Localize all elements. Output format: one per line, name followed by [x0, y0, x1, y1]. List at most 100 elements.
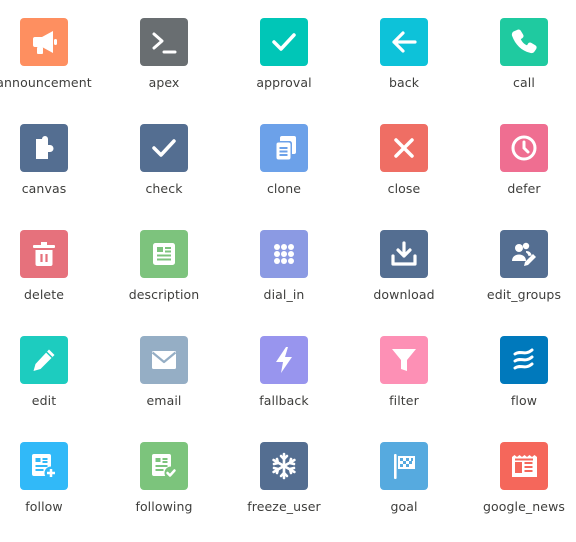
icon-item-call[interactable]: call — [464, 18, 576, 118]
icon-item-following[interactable]: following — [104, 442, 224, 542]
snowflake-icon — [269, 451, 299, 481]
icon-label: email — [146, 393, 182, 408]
icon-tile[interactable] — [380, 442, 428, 490]
icon-label: fallback — [259, 393, 309, 408]
icon-label: edit_groups — [486, 287, 562, 302]
checkmark-icon — [149, 133, 179, 163]
icon-label: check — [145, 181, 183, 196]
icon-label: goal — [390, 499, 418, 514]
arrow-left-icon — [389, 27, 419, 57]
terminal-prompt-icon — [149, 27, 179, 57]
lightning-bolt-icon — [269, 345, 299, 375]
users-pencil-icon — [509, 239, 539, 269]
icon-label: flow — [510, 393, 538, 408]
copy-documents-icon — [269, 133, 299, 163]
clock-icon — [509, 133, 539, 163]
icon-item-clone[interactable]: clone — [224, 124, 344, 224]
icon-item-delete[interactable]: delete — [0, 230, 104, 330]
icon-tile[interactable] — [260, 336, 308, 384]
icon-label: dial_in — [263, 287, 305, 302]
icon-item-freeze-user[interactable]: freeze_user — [224, 442, 344, 542]
icon-label: back — [388, 75, 420, 90]
feed-plus-icon — [29, 451, 59, 481]
icon-tile[interactable] — [260, 230, 308, 278]
envelope-icon — [149, 345, 179, 375]
icon-item-edit[interactable]: edit — [0, 336, 104, 436]
icon-label: download — [373, 287, 435, 302]
download-tray-icon — [389, 239, 419, 269]
icon-item-defer[interactable]: defer — [464, 124, 576, 224]
icon-tile[interactable] — [140, 124, 188, 172]
icon-item-google-news[interactable]: google_news — [464, 442, 576, 542]
icon-label: following — [135, 499, 193, 514]
icon-item-dial-in[interactable]: dial_in — [224, 230, 344, 330]
icon-item-fallback[interactable]: fallback — [224, 336, 344, 436]
icon-label: freeze_user — [247, 499, 321, 514]
icon-item-check[interactable]: check — [104, 124, 224, 224]
icon-tile[interactable] — [140, 18, 188, 66]
icon-label: approval — [256, 75, 312, 90]
document-text-icon — [149, 239, 179, 269]
icon-tile[interactable] — [380, 230, 428, 278]
icon-label: filter — [389, 393, 419, 408]
icon-item-edit-groups[interactable]: edit_groups — [464, 230, 576, 330]
icon-tile[interactable] — [140, 230, 188, 278]
icon-grid: announcement apex approval back call canvas ch… — [0, 0, 576, 526]
icon-item-email[interactable]: email — [104, 336, 224, 436]
feed-check-icon — [149, 451, 179, 481]
icon-item-download[interactable]: download — [344, 230, 464, 330]
icon-label: delete — [24, 287, 64, 302]
icon-item-filter[interactable]: filter — [344, 336, 464, 436]
newspaper-icon — [509, 451, 539, 481]
icon-label: google_news — [482, 499, 566, 514]
icon-label: follow — [25, 499, 63, 514]
icon-tile[interactable] — [20, 124, 68, 172]
icon-label: announcement — [0, 75, 92, 90]
dial-pad-icon — [269, 239, 299, 269]
icon-tile[interactable] — [500, 336, 548, 384]
phone-icon — [509, 27, 539, 57]
waves-icon — [509, 345, 539, 375]
icon-tile[interactable] — [380, 18, 428, 66]
icon-tile[interactable] — [140, 442, 188, 490]
icon-tile[interactable] — [140, 336, 188, 384]
puzzle-piece-icon — [29, 133, 59, 163]
icon-tile[interactable] — [500, 18, 548, 66]
icon-label: apex — [148, 75, 180, 90]
megaphone-icon — [29, 27, 59, 57]
pencil-icon — [29, 345, 59, 375]
icon-tile[interactable] — [20, 442, 68, 490]
icon-label: edit — [31, 393, 57, 408]
checkered-flag-icon — [389, 451, 419, 481]
icon-item-apex[interactable]: apex — [104, 18, 224, 118]
trash-icon — [29, 239, 59, 269]
icon-tile[interactable] — [260, 18, 308, 66]
icon-label: clone — [266, 181, 302, 196]
icon-label: canvas — [21, 181, 67, 196]
icon-item-flow[interactable]: flow — [464, 336, 576, 436]
icon-tile[interactable] — [260, 442, 308, 490]
icon-item-goal[interactable]: goal — [344, 442, 464, 542]
icon-tile[interactable] — [380, 336, 428, 384]
icon-tile[interactable] — [20, 18, 68, 66]
x-icon — [389, 133, 419, 163]
icon-item-announcement[interactable]: announcement — [0, 18, 104, 118]
icon-label: close — [387, 181, 421, 196]
icon-tile[interactable] — [20, 230, 68, 278]
icon-tile[interactable] — [500, 124, 548, 172]
icon-item-close[interactable]: close — [344, 124, 464, 224]
icon-item-follow[interactable]: follow — [0, 442, 104, 542]
icon-label: defer — [507, 181, 541, 196]
funnel-icon — [389, 345, 419, 375]
icon-tile[interactable] — [500, 442, 548, 490]
icon-item-description[interactable]: description — [104, 230, 224, 330]
icon-item-approval[interactable]: approval — [224, 18, 344, 118]
icon-tile[interactable] — [380, 124, 428, 172]
icon-label: description — [128, 287, 200, 302]
icon-tile[interactable] — [20, 336, 68, 384]
icon-tile[interactable] — [260, 124, 308, 172]
checkmark-icon — [269, 27, 299, 57]
icon-tile[interactable] — [500, 230, 548, 278]
icon-item-canvas[interactable]: canvas — [0, 124, 104, 224]
icon-item-back[interactable]: back — [344, 18, 464, 118]
